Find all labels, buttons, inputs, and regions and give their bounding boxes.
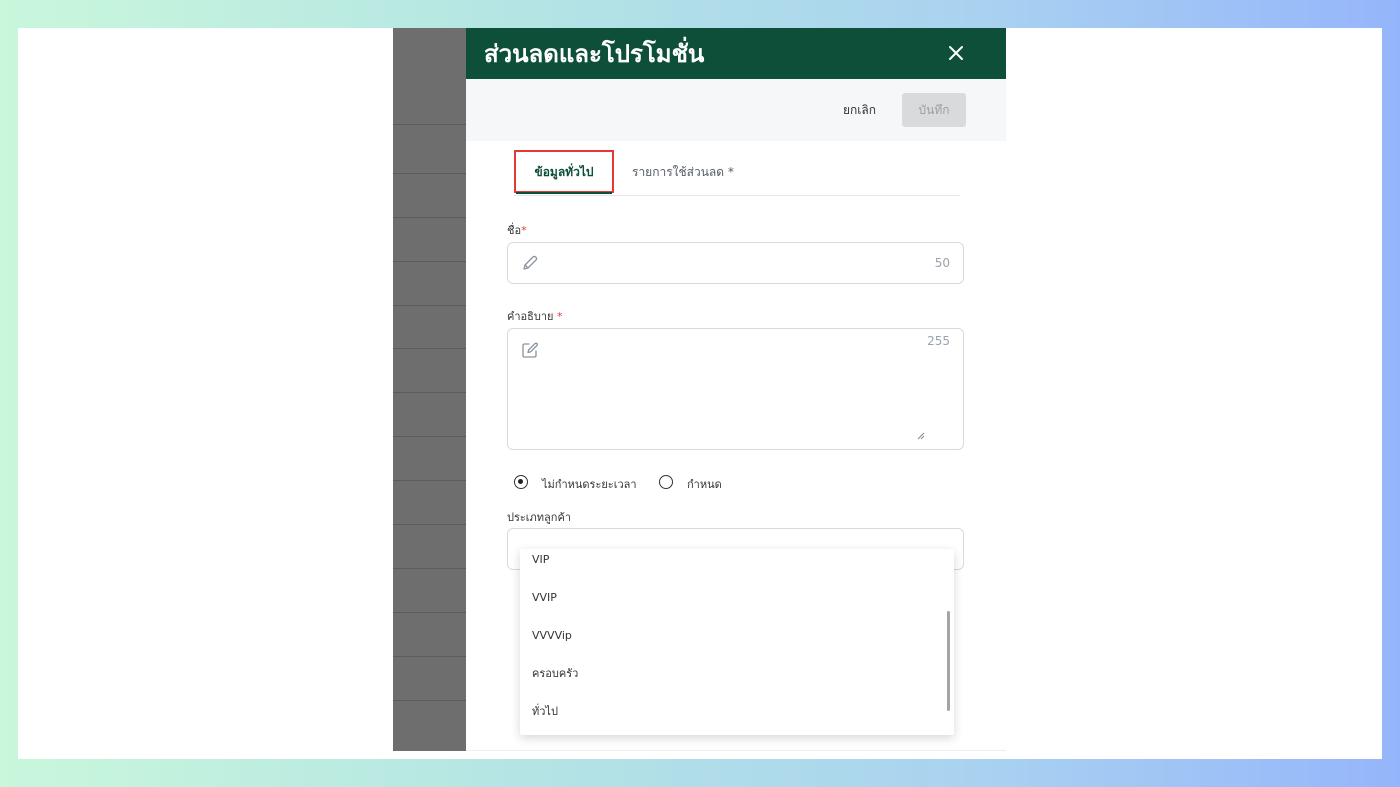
background-row-divider bbox=[393, 568, 466, 569]
cancel-button[interactable]: ยกเลิก bbox=[839, 97, 880, 123]
dropdown-option-family[interactable]: ครอบครัว bbox=[520, 655, 940, 693]
customer-type-dropdown: VIP VVIP VVVVip ครอบครัว ทั่วไป bbox=[520, 549, 954, 735]
description-textarea[interactable]: 255 bbox=[507, 328, 964, 450]
radio-checked-icon bbox=[514, 475, 528, 489]
background-row-divider bbox=[393, 124, 466, 125]
name-input[interactable]: 50 bbox=[507, 242, 964, 284]
pencil-icon bbox=[523, 255, 538, 270]
resize-grip-icon[interactable] bbox=[917, 432, 925, 440]
required-mark: * bbox=[521, 224, 527, 237]
background-list-overlay bbox=[393, 28, 466, 751]
background-row-divider bbox=[393, 173, 466, 174]
drawer-bottom-divider bbox=[466, 750, 1006, 751]
radio-label: ไม่กำหนดระยะเวลา bbox=[542, 478, 637, 491]
background-row-divider bbox=[393, 348, 466, 349]
name-char-counter: 50 bbox=[934, 256, 950, 270]
background-row-divider bbox=[393, 656, 466, 657]
save-button[interactable]: บันทึก bbox=[902, 93, 966, 127]
dropdown-option-vip[interactable]: VIP bbox=[520, 549, 940, 579]
customer-type-label: ประเภทลูกค้า bbox=[507, 511, 571, 524]
background-row-divider bbox=[393, 261, 466, 262]
close-icon bbox=[949, 46, 963, 60]
background-row-divider bbox=[393, 436, 466, 437]
description-char-counter: 255 bbox=[927, 334, 950, 348]
screenshot-canvas: ส่วนลดและโปรโมชั่น ยกเลิก บันทึก ข้อมูลท… bbox=[18, 28, 1382, 759]
background-row-divider bbox=[393, 612, 466, 613]
description-field-label: คำอธิบาย * bbox=[507, 307, 562, 325]
background-row-divider bbox=[393, 217, 466, 218]
dropdown-option-vvvvip[interactable]: VVVVip bbox=[520, 617, 940, 655]
background-row-divider bbox=[393, 480, 466, 481]
background-row-divider bbox=[393, 524, 466, 525]
tab-discount-items[interactable]: รายการใช้ส่วนลด * bbox=[632, 150, 734, 194]
background-row-divider bbox=[393, 392, 466, 393]
background-row-divider bbox=[393, 305, 466, 306]
dropdown-option-general[interactable]: ทั่วไป bbox=[520, 693, 940, 731]
drawer-header: ส่วนลดและโปรโมชั่น bbox=[466, 28, 1006, 79]
radio-label: กำหนด bbox=[687, 478, 722, 491]
drawer-title: ส่วนลดและโปรโมชั่น bbox=[484, 40, 705, 68]
background-row-divider bbox=[393, 700, 466, 701]
close-button[interactable] bbox=[942, 39, 970, 67]
discount-promotion-drawer: ส่วนลดและโปรโมชั่น ยกเลิก บันทึก ข้อมูลท… bbox=[466, 28, 1006, 751]
radio-set-period[interactable]: กำหนด bbox=[659, 474, 739, 494]
tab-bar: ข้อมูลทั่วไป รายการใช้ส่วนลด * bbox=[514, 150, 960, 196]
tab-general-info[interactable]: ข้อมูลทั่วไป bbox=[514, 150, 614, 194]
name-label-text: ชื่อ bbox=[507, 224, 522, 237]
dropdown-scrollbar-thumb[interactable] bbox=[947, 611, 950, 711]
action-bar: ยกเลิก บันทึก bbox=[466, 79, 1006, 141]
radio-no-time-limit[interactable]: ไม่กำหนดระยะเวลา bbox=[514, 474, 644, 494]
required-mark: * bbox=[556, 310, 563, 323]
name-field-label: ชื่อ* bbox=[507, 221, 527, 239]
dropdown-option-vvip[interactable]: VVIP bbox=[520, 579, 940, 617]
radio-unchecked-icon bbox=[659, 475, 673, 489]
edit-square-icon bbox=[522, 342, 539, 358]
description-label-text: คำอธิบาย bbox=[507, 310, 554, 323]
